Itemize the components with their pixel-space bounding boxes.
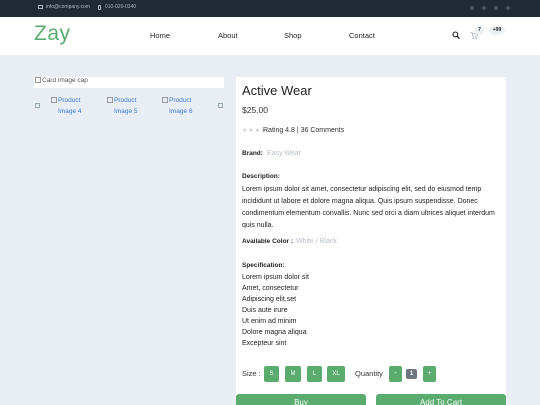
twitter-icon[interactable] xyxy=(494,6,498,10)
thumbnail-alt: Product Image 4 xyxy=(58,97,82,115)
cart-badge: 7 xyxy=(475,26,484,35)
buy-button[interactable]: Buy xyxy=(236,394,366,405)
broken-image-icon xyxy=(162,97,168,103)
spec-item: Duis aute irure xyxy=(242,307,288,314)
thumbnail-link[interactable]: Product Image 4 xyxy=(51,95,94,117)
linkedin-icon[interactable] xyxy=(506,6,510,10)
spec-item: Ut enim ad minim xyxy=(242,318,297,325)
product-details-card: Active Wear $25.00 ★★★★ Rating 4.8 | 36 … xyxy=(236,77,506,405)
spec-item: Lorem ipsum dolor sit xyxy=(242,274,309,281)
rating-text: Rating 4.8 | 36 Comments xyxy=(263,127,345,134)
mail-icon xyxy=(38,5,43,9)
spec-item: Adipiscing elit,set xyxy=(242,296,297,303)
specification-label: Specification: xyxy=(242,262,285,269)
size-button-s[interactable]: S xyxy=(264,366,279,382)
nav-contact[interactable]: Contact xyxy=(349,31,375,40)
thumbnail-alt: Product Image 6 xyxy=(169,97,193,115)
thumbnail-link[interactable]: Product Image 5 xyxy=(107,95,150,117)
quantity-plus-button[interactable]: + xyxy=(423,366,436,382)
nav-about[interactable]: About xyxy=(218,31,238,40)
product-main-image: Card image cap xyxy=(34,77,224,88)
size-button-xl[interactable]: XL xyxy=(327,366,345,382)
carousel-prev-icon[interactable] xyxy=(35,103,40,108)
nav-home[interactable]: Home xyxy=(150,31,170,40)
instagram-icon[interactable] xyxy=(482,6,486,10)
spec-item: Excepteur sint xyxy=(242,340,287,347)
contact-phone[interactable]: 010-020-0340 xyxy=(105,4,136,10)
thumbnail-carousel: Product Image 4 Product Image 5 Product … xyxy=(34,92,224,122)
description-label: Description: xyxy=(242,173,280,180)
product-price: $25.00 xyxy=(242,105,268,115)
main-image-alt: Card image cap xyxy=(42,77,88,84)
brand-value: Easy Wear xyxy=(267,150,302,157)
facebook-icon[interactable] xyxy=(470,6,474,10)
quantity-minus-button[interactable]: - xyxy=(389,366,402,382)
broken-image-icon xyxy=(107,97,113,103)
broken-image-icon xyxy=(35,77,41,83)
available-color-label: Available Color : xyxy=(242,238,294,245)
product-title: Active Wear xyxy=(242,83,312,98)
spec-item: Dolore magna aliqua xyxy=(242,329,307,336)
thumbnail-alt: Product Image 5 xyxy=(114,97,138,115)
size-button-m[interactable]: M xyxy=(285,366,301,382)
quantity-label: Quantity xyxy=(355,369,383,378)
brand-label: Brand: xyxy=(242,150,263,157)
broken-image-icon xyxy=(51,97,57,103)
add-to-cart-button[interactable]: Add To Cart xyxy=(376,394,506,405)
phone-icon xyxy=(98,5,101,10)
top-info-bar: info@company.com 010-020-0340 xyxy=(0,0,540,17)
size-button-l[interactable]: L xyxy=(307,366,322,382)
user-badge: +99 xyxy=(489,26,505,35)
thumbnail-link[interactable]: Product Image 6 xyxy=(162,95,205,117)
main-header: Zay Home About Shop Contact 7 +99 xyxy=(0,17,540,55)
search-icon[interactable] xyxy=(452,31,460,40)
size-label: Size : xyxy=(242,369,261,378)
brand-logo[interactable]: Zay xyxy=(34,22,71,46)
spec-item: Amet, consectetur xyxy=(242,285,299,292)
contact-email[interactable]: info@company.com xyxy=(46,4,90,10)
nav-shop[interactable]: Shop xyxy=(284,31,302,40)
product-description: Lorem ipsum dolor sit amet, consectetur … xyxy=(242,186,495,229)
quantity-value: 1 xyxy=(406,369,417,379)
carousel-next-icon[interactable] xyxy=(218,103,223,108)
available-color-value: White / Black xyxy=(296,238,337,245)
